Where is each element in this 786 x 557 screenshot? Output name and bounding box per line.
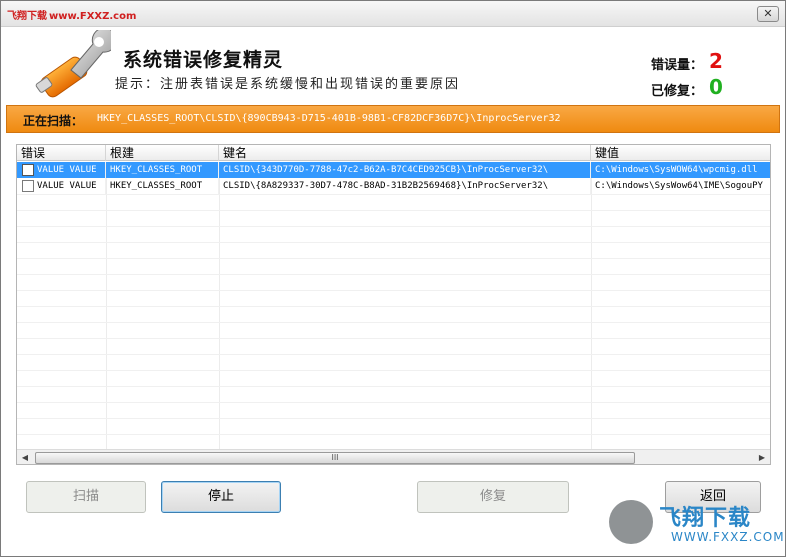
scan-path: HKEY_CLASSES_ROOT\CLSID\{890CB943-D715-4…: [97, 113, 561, 124]
watermark-subtext: WWW.FXXZ.COM: [671, 530, 785, 544]
watermark-text: 飞翔下载: [659, 506, 752, 531]
gridline: [17, 258, 770, 259]
column-header-root[interactable]: 根建: [106, 145, 219, 161]
title-url: www.FXXZ.com: [49, 11, 137, 22]
row-checkbox[interactable]: [22, 180, 34, 192]
close-button[interactable]: ✕: [757, 6, 779, 22]
scroll-thumb[interactable]: III: [35, 452, 635, 464]
cell-value: C:\Windows\SysWow64\IME\SogouPY: [595, 181, 763, 191]
table-row[interactable]: VALUE VALUE HKEY_CLASSES_ROOT CLSID\{343…: [17, 162, 770, 178]
window-title: 飞翔下载 www.FXXZ.com: [7, 7, 136, 22]
cell-key: CLSID\{343D770D-7788-47c2-B62A-B7C4CED92…: [219, 162, 591, 178]
list-body: VALUE VALUE HKEY_CLASSES_ROOT CLSID\{343…: [17, 162, 770, 449]
error-count-value: 2: [708, 49, 723, 73]
scan-label: 正在扫描：: [23, 114, 84, 128]
stop-button[interactable]: 停止: [161, 481, 281, 513]
repair-button[interactable]: 修复: [417, 481, 569, 513]
cell-value: C:\Windows\SysWOW64\wpcmig.dll: [591, 162, 770, 178]
error-count-stat: 错误量： 2: [650, 49, 723, 73]
app-title: 系统错误修复精灵: [123, 49, 284, 71]
gridline: [17, 274, 770, 275]
cell-root: HKEY_CLASSES_ROOT: [106, 178, 219, 194]
app-window: 飞翔下载 www.FXXZ.com ✕ 系统错误修复精灵 提示：注册表错误是系统…: [0, 0, 786, 557]
horizontal-scrollbar[interactable]: ◀ III ▶: [17, 449, 770, 464]
scroll-left-icon[interactable]: ◀: [17, 450, 33, 464]
scan-status-bar: 正在扫描： HKEY_CLASSES_ROOT\CLSID\{890CB943-…: [6, 105, 780, 133]
column-header-key[interactable]: 键名: [219, 145, 591, 161]
list-header: 错误 根建 键名 键值: [17, 145, 770, 161]
app-header: 系统错误修复精灵 提示：注册表错误是系统缓慢和出现错误的重要原因 错误量： 2 …: [1, 28, 785, 106]
results-list[interactable]: 错误 根建 键名 键值 VALUE VALUE HKEY_CLASSES_ROO…: [16, 144, 771, 465]
gridline: [17, 338, 770, 339]
error-count-label: 错误量：: [650, 58, 703, 73]
column-header-value[interactable]: 键值: [591, 145, 770, 161]
gridline: [17, 226, 770, 227]
title-bar[interactable]: 飞翔下载 www.FXXZ.com ✕: [1, 1, 785, 27]
gridline: [17, 322, 770, 323]
fixed-count-stat: 已修复： 0: [650, 75, 723, 99]
wrench-usb-icon: [35, 30, 111, 98]
row-error: VALUE VALUE: [37, 165, 97, 175]
hint-text: 提示：注册表错误是系统缓慢和出现错误的重要原因: [115, 77, 461, 92]
row-checkbox[interactable]: [22, 164, 34, 176]
gridline: [17, 418, 770, 419]
watermark-logo-icon: [609, 500, 653, 544]
scroll-right-icon[interactable]: ▶: [754, 450, 770, 464]
watermark: 飞翔下载 WWW.FXXZ.COM: [609, 496, 784, 552]
cell-key: CLSID\{8A829337-30D7-478C-B8AD-31B2B2569…: [219, 178, 591, 194]
gridline: [17, 194, 770, 195]
title-brand: 飞翔下载: [7, 11, 47, 22]
cell-root: HKEY_CLASSES_ROOT: [106, 162, 219, 178]
column-header-error[interactable]: 错误: [17, 145, 106, 161]
gridline: [17, 354, 770, 355]
gridline: [17, 434, 770, 435]
gridline: [17, 290, 770, 291]
table-row[interactable]: VALUE VALUE HKEY_CLASSES_ROOT CLSID\{8A8…: [17, 178, 770, 194]
gridline: [17, 370, 770, 371]
gridline: [17, 242, 770, 243]
gridline: [17, 210, 770, 211]
close-icon: ✕: [763, 7, 773, 20]
gridline: [17, 306, 770, 307]
gridline: [17, 386, 770, 387]
fixed-count-value: 0: [708, 75, 723, 99]
row-error: VALUE VALUE: [37, 181, 97, 191]
scan-button[interactable]: 扫描: [26, 481, 146, 513]
fixed-count-label: 已修复：: [650, 84, 703, 99]
gridline: [17, 402, 770, 403]
